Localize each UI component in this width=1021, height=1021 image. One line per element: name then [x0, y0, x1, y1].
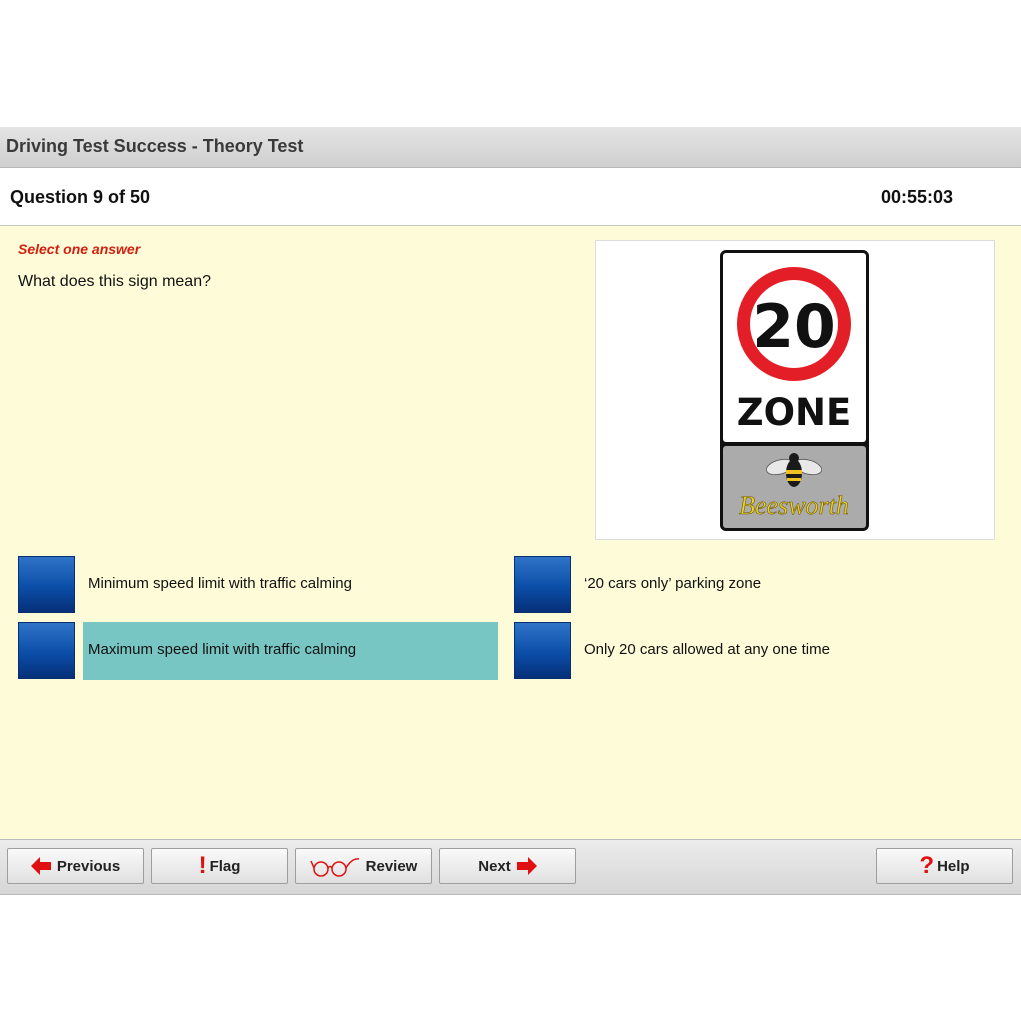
answer-select-box[interactable]: [18, 622, 75, 679]
sign-image: 20 ZONE Beesworth: [595, 240, 995, 540]
answer-label[interactable]: Only 20 cars allowed at any one time: [579, 622, 830, 680]
question-panel: Select one answer What does this sign me…: [0, 226, 1021, 839]
exclamation-icon: !: [198, 852, 207, 879]
countdown-timer: 00:55:03: [880, 187, 953, 207]
answer-option-a[interactable]: Minimum speed limit with traffic calming: [18, 556, 498, 614]
zone-label: ZONE: [737, 391, 852, 434]
answer-option-c[interactable]: Maximum speed limit with traffic calming: [18, 622, 498, 680]
help-button[interactable]: ? Help: [876, 848, 1013, 884]
help-label: Help: [937, 857, 970, 875]
answer-option-d[interactable]: Only 20 cars allowed at any one time: [514, 622, 994, 680]
glasses-icon: [309, 858, 359, 877]
speed-number: 20: [752, 292, 836, 362]
answer-select-box[interactable]: [18, 556, 75, 613]
arrow-right-icon: [516, 857, 537, 875]
previous-button[interactable]: Previous: [7, 848, 144, 884]
answer-option-b[interactable]: ‘20 cars only’ parking zone: [514, 556, 994, 614]
theory-test-app: Driving Test Success - Theory Test Quest…: [0, 127, 1021, 895]
question-bar: Question 9 of 50 00:55:03: [0, 168, 1021, 226]
review-button[interactable]: Review: [295, 848, 432, 884]
app-title: Driving Test Success - Theory Test: [6, 136, 304, 156]
instruction-text: Select one answer: [18, 241, 141, 257]
next-label: Next: [478, 857, 511, 875]
arrow-left-icon: [30, 857, 51, 875]
title-bar: Driving Test Success - Theory Test: [0, 127, 1021, 168]
flag-label: Flag: [209, 857, 241, 875]
answer-label[interactable]: ‘20 cars only’ parking zone: [579, 556, 761, 614]
flag-button[interactable]: ! Flag: [151, 848, 288, 884]
previous-label: Previous: [56, 857, 121, 875]
next-button[interactable]: Next: [439, 848, 576, 884]
navigation-bar: Previous ! Flag Review Next ? Help: [0, 839, 1021, 895]
answer-label[interactable]: Maximum speed limit with traffic calming: [83, 622, 498, 680]
review-label: Review: [365, 857, 418, 875]
road-sign-20-zone: 20 ZONE Beesworth: [720, 250, 869, 531]
question-mark-icon: ?: [919, 852, 935, 879]
place-name: Beesworth: [739, 491, 849, 520]
question-text: What does this sign mean?: [18, 273, 211, 290]
question-counter: Question 9 of 50: [10, 187, 151, 207]
answer-select-box[interactable]: [514, 556, 571, 613]
answer-label[interactable]: Minimum speed limit with traffic calming: [83, 556, 352, 614]
answer-select-box[interactable]: [514, 622, 571, 679]
